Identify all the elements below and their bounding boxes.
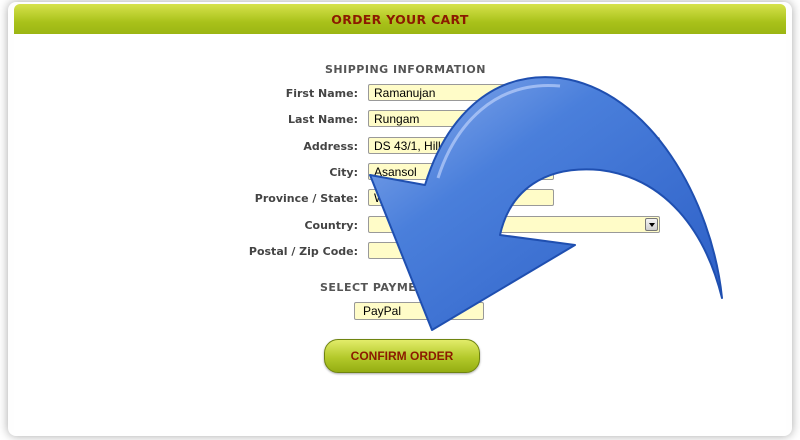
curved-arrow-icon — [369, 76, 723, 331]
